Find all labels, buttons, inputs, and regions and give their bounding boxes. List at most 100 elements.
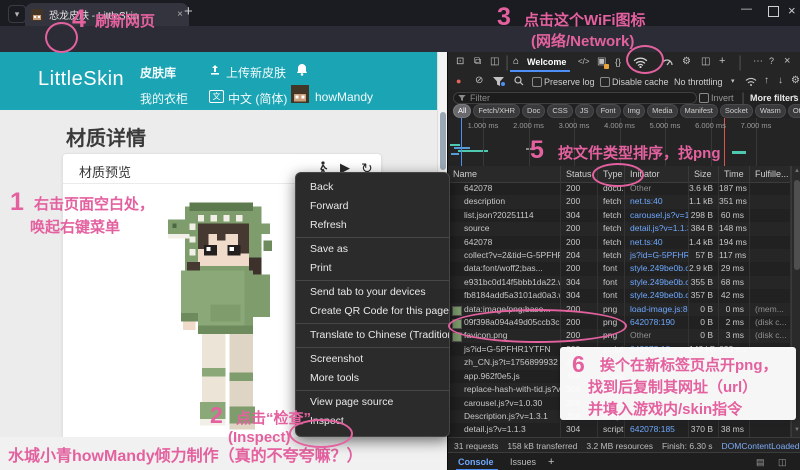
filter-chip-all[interactable]: All [453,104,471,118]
filter-chip-wasm[interactable]: Wasm [755,104,786,118]
context-menu-item-translate-to-chinese-traditional[interactable]: Translate to Chinese (Traditional) [296,326,449,345]
annotation-step6-line1: 挨个在新标签页点开png， [600,354,778,375]
network-request-row[interactable]: detail.js?v=1.1.3304script642078:185370 … [448,423,791,436]
window-restore-button[interactable] [768,6,779,17]
window-minimize-button[interactable]: — [741,3,752,15]
filter-chip-manifest[interactable]: Manifest [680,104,718,118]
context-menu-item-print[interactable]: Print [296,259,449,278]
dock-side-icon[interactable]: ◫ [490,57,499,67]
initiator-link[interactable]: carousel.js?v=1.0 [630,210,689,220]
network-settings-icon[interactable]: ⚙ [791,76,800,86]
site-logo[interactable]: LittleSkin [38,68,124,91]
initiator-link[interactable]: load-image.js:8 [630,304,688,314]
throttling-select[interactable]: No throttling [674,78,723,87]
network-request-row[interactable]: description200fetchnet.ts:401.1 kB351 ms [448,195,791,208]
tab-favicon [31,9,43,21]
performance-tab-icon[interactable]: {} [615,58,621,67]
devtools-settings-icon[interactable]: ⚙ [682,57,691,67]
network-request-row[interactable]: collect?v=2&tid=G-5PFHR...204fetchjs?id=… [448,249,791,262]
network-request-row[interactable]: source200fetchdetail.js?v=1.1.3384 B148 … [448,222,791,235]
initiator-link[interactable]: js?id=G-5PFHR1 [630,250,689,260]
initiator-link[interactable]: detail.js?v=1.1.3 [630,223,689,233]
scroll-up-icon[interactable]: ▲ [794,168,800,174]
disable-cache-checkbox[interactable] [600,77,610,87]
new-tab-button[interactable]: + [184,3,193,20]
user-avatar[interactable] [291,85,309,103]
inspect-element-icon[interactable]: ⊡ [456,57,464,67]
initiator-link[interactable]: net.ts:40 [630,237,663,247]
column-header-name[interactable]: Name [448,166,561,182]
network-conditions-icon[interactable] [745,77,757,86]
network-request-row[interactable]: data:font/woff2;bas...200fontstyle.249be… [448,262,791,275]
filter-chip-socket[interactable]: Socket [720,104,753,118]
column-header-time[interactable]: Time [719,166,750,182]
export-har-icon[interactable]: ↓ [778,76,783,86]
page-scrollbar-thumb[interactable] [440,112,446,170]
filter-chip-img[interactable]: Img [623,104,646,118]
sources-tab-icon[interactable]: </> [578,58,590,66]
filter-chip-other[interactable]: Other [788,104,800,118]
devtools-close-icon[interactable]: × [784,56,790,67]
network-request-row[interactable]: 642078200fetchnet.ts:401.4 kB194 ms [448,236,791,249]
context-menu-item-view-page-source[interactable]: View page source [296,393,449,412]
column-header-size[interactable]: Size [689,166,719,182]
filter-chip-doc[interactable]: Doc [522,104,545,118]
devtools-help-icon[interactable]: ? [769,57,774,66]
scroll-down-icon[interactable]: ▼ [794,427,800,433]
device-emulation-icon[interactable]: ⧉ [474,57,481,67]
network-request-row[interactable]: list.json?20251114304fetchcarousel.js?v=… [448,209,791,222]
username-label[interactable]: howMandy [315,90,373,104]
context-menu-item-screenshot[interactable]: Screenshot [296,350,449,369]
add-tab-icon[interactable]: + [719,56,725,67]
record-icon[interactable]: ● [456,77,461,86]
invert-checkbox[interactable] [699,93,709,103]
drawer-tab-console[interactable]: Console [458,458,494,467]
initiator-link[interactable]: style.249be0b.cs [630,277,689,287]
context-menu-item-refresh[interactable]: Refresh [296,216,449,235]
nav-upload-skin[interactable]: 上传新皮肤 [226,64,286,81]
devtools-more-icon[interactable]: ⋯ [753,57,763,67]
filter-chip-font[interactable]: Font [596,104,621,118]
nav-skin-library[interactable]: 皮肤库 [140,64,176,81]
drawer-tab-issues[interactable]: Issues [510,458,536,467]
filter-chip-js[interactable]: JS [575,104,594,118]
window-close-button[interactable]: × [788,3,796,18]
context-menu-item-more-tools[interactable]: More tools [296,369,449,388]
import-har-icon[interactable]: ↑ [764,76,769,86]
initiator-link[interactable]: net.ts:40 [630,196,663,206]
drawer-add-tab-icon[interactable]: + [548,457,554,468]
drawer-dock-icon[interactable]: ▤ [756,458,765,467]
table-scrollbar-thumb[interactable] [794,180,800,270]
drawer-expand-icon[interactable]: ◫ [778,458,787,467]
tab-welcome[interactable]: Welcome [527,58,566,67]
notifications-bell-icon[interactable] [296,63,308,76]
context-menu-item-forward[interactable]: Forward [296,197,449,216]
initiator-link[interactable]: style.249be0b.cs [630,263,689,273]
timeline-tick-label: 3.000 ms [559,121,590,130]
preserve-log-checkbox[interactable] [532,77,542,87]
search-icon[interactable] [514,76,524,86]
filter-chip-fetch-xhr[interactable]: Fetch/XHR [473,104,520,118]
panel-layout-icon[interactable]: ◫ [701,57,710,67]
inspect-highlight-circle [289,419,353,448]
initiator-link[interactable]: 642078:190 [630,317,675,327]
nav-language[interactable]: 中文 (简体) [228,90,287,107]
initiator-link[interactable]: 642078:185 [630,424,675,434]
context-menu-item-create-qr-code-for-this-page[interactable]: Create QR Code for this page [296,302,449,321]
column-header-fulfille[interactable]: Fulfille... [750,166,791,182]
context-menu-item-send-tab-to-your-devices[interactable]: Send tab to your devices [296,283,449,302]
more-filters-button[interactable]: More filters [750,94,799,103]
tab-search-icon[interactable]: ▾ [8,5,26,23]
throttling-dropdown-icon[interactable]: ▾ [731,78,735,85]
context-menu-item-back[interactable]: Back [296,178,449,197]
tab-close-icon[interactable]: × [177,9,183,20]
network-request-row[interactable]: e931bc0d14f5bbb1da22.w...304fontstyle.24… [448,276,791,289]
clear-icon[interactable]: ⊘ [475,76,483,86]
nav-my-closet[interactable]: 我的衣柜 [140,90,188,107]
context-menu-separator [296,347,449,348]
network-request-row[interactable]: fb8184add5a3101ad0a3.w...304fontstyle.24… [448,289,791,302]
filter-chip-css[interactable]: CSS [547,104,572,118]
initiator-link[interactable]: style.249be0b.cs [630,290,689,300]
filter-chip-media[interactable]: Media [647,104,677,118]
context-menu-item-save-as[interactable]: Save as [296,240,449,259]
